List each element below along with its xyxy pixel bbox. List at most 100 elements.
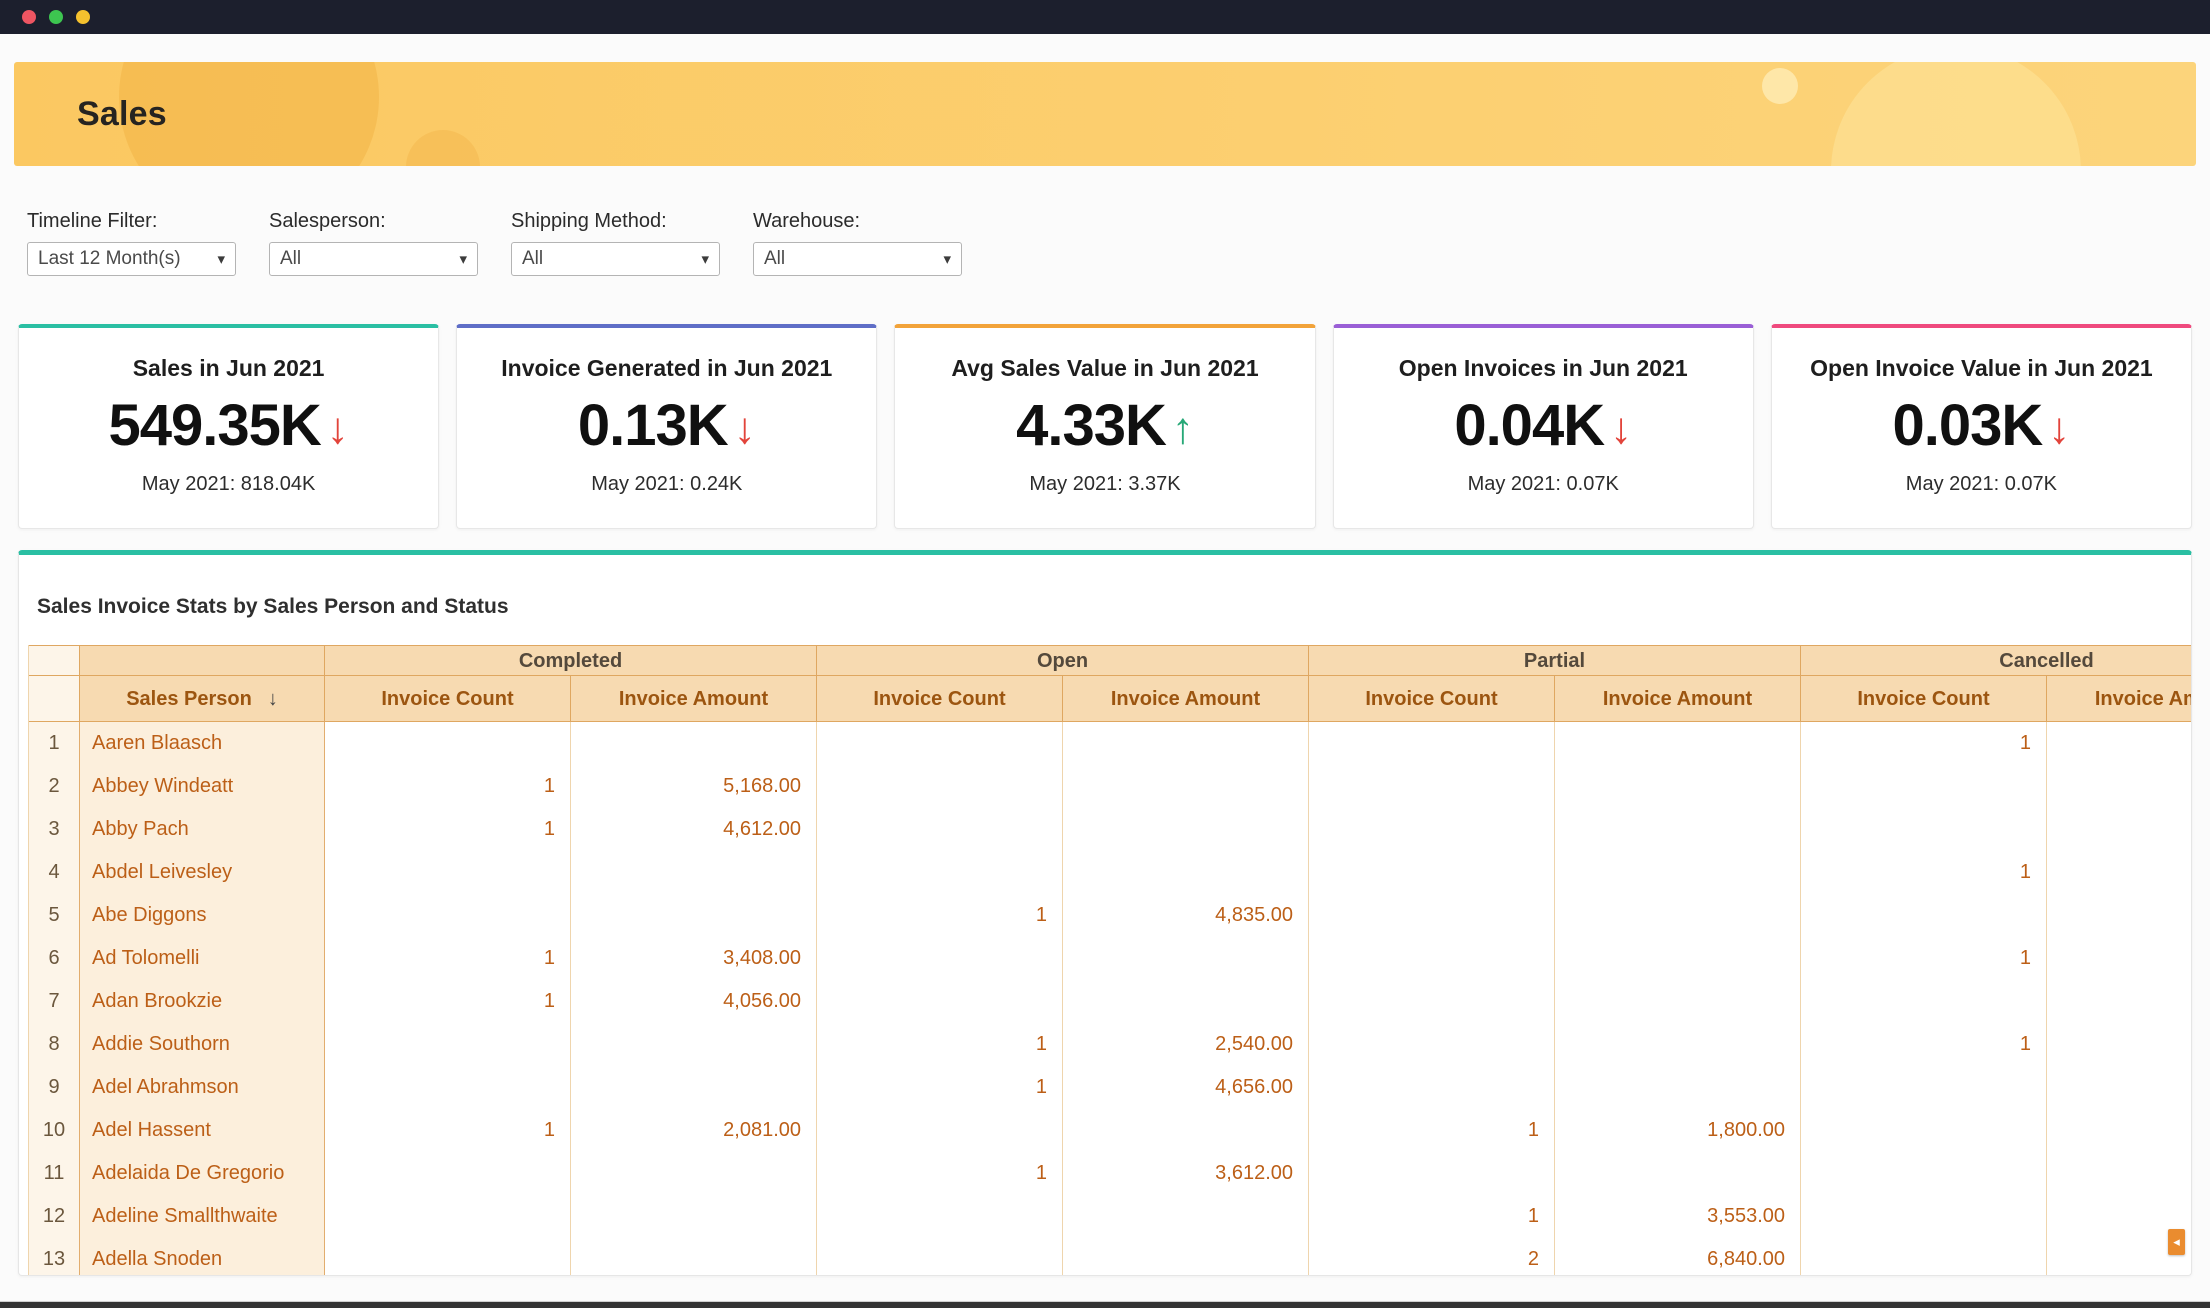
partial-invoice-amount-cell: 6,840.00 bbox=[1555, 1238, 1801, 1276]
partial-invoice-count-header[interactable]: Invoice Count bbox=[1309, 676, 1555, 722]
shipping-method-filter-select[interactable]: All ▾ bbox=[511, 242, 720, 276]
cancelled-invoice-count-cell bbox=[1801, 1195, 2047, 1238]
kpi-value: 549.35K bbox=[108, 392, 320, 459]
cancelled-invoice-count-cell bbox=[1801, 980, 2047, 1023]
bottom-scrollbar[interactable] bbox=[0, 1301, 2210, 1308]
table-row[interactable]: 12 Adeline Smallthwaite 1 3,553.00 bbox=[29, 1195, 2191, 1238]
row-index: 6 bbox=[29, 937, 80, 980]
open-invoice-amount-cell bbox=[1063, 1109, 1309, 1152]
table-row[interactable]: 13 Adella Snoden 2 6,840.00 bbox=[29, 1238, 2191, 1276]
completed-invoice-count-cell bbox=[325, 851, 571, 894]
person-group-spacer bbox=[80, 645, 325, 676]
sales-person-column-header[interactable]: Sales Person↓ bbox=[80, 676, 325, 722]
timeline-filter: Timeline Filter: Last 12 Month(s) ▾ bbox=[27, 210, 236, 276]
cancelled-invoice-amount-cell bbox=[2047, 1109, 2191, 1152]
open-invoice-count-cell bbox=[817, 851, 1063, 894]
sales-person-cell: Adan Brookzie bbox=[80, 980, 325, 1023]
partial-invoice-count-cell bbox=[1309, 1152, 1555, 1195]
open-invoice-count-cell bbox=[817, 980, 1063, 1023]
kpi-card-avg-sales-value: Avg Sales Value in Jun 2021 4.33K ↑ May … bbox=[894, 324, 1315, 529]
row-index: 9 bbox=[29, 1066, 80, 1109]
completed-invoice-count-cell bbox=[325, 1152, 571, 1195]
cancelled-invoice-amount-header[interactable]: Invoice Amount bbox=[2047, 676, 2191, 722]
chevron-down-icon: ▾ bbox=[217, 250, 225, 268]
partial-invoice-amount-cell bbox=[1555, 722, 1801, 765]
banner-decor-circle bbox=[406, 130, 480, 166]
partial-invoice-count-cell bbox=[1309, 894, 1555, 937]
kpi-value: 4.33K bbox=[1016, 392, 1166, 459]
completed-invoice-count-cell: 1 bbox=[325, 808, 571, 851]
table-row[interactable]: 3 Abby Pach 1 4,612.00 bbox=[29, 808, 2191, 851]
row-index: 1 bbox=[29, 722, 80, 765]
kpi-comparison: May 2021: 818.04K bbox=[19, 473, 438, 496]
partial-invoice-amount-cell bbox=[1555, 1066, 1801, 1109]
cancelled-invoice-count-cell bbox=[1801, 1066, 2047, 1109]
completed-invoice-count-cell: 1 bbox=[325, 765, 571, 808]
completed-invoice-amount-header[interactable]: Invoice Amount bbox=[571, 676, 817, 722]
partial-invoice-amount-header[interactable]: Invoice Amount bbox=[1555, 676, 1801, 722]
banner-decor-circle bbox=[1831, 62, 2081, 166]
kpi-row: Sales in Jun 2021 549.35K ↓ May 2021: 81… bbox=[18, 324, 2192, 529]
open-invoice-count-cell bbox=[817, 722, 1063, 765]
partial-invoice-amount-cell bbox=[1555, 894, 1801, 937]
timeline-filter-label: Timeline Filter: bbox=[27, 210, 236, 233]
open-invoice-amount-cell bbox=[1063, 937, 1309, 980]
open-invoice-count-cell bbox=[817, 1195, 1063, 1238]
cancelled-invoice-count-header[interactable]: Invoice Count bbox=[1801, 676, 2047, 722]
sort-descending-icon[interactable]: ↓ bbox=[268, 688, 278, 710]
table-row[interactable]: 1 Aaren Blaasch 1 bbox=[29, 722, 2191, 765]
partial-invoice-amount-cell bbox=[1555, 1152, 1801, 1195]
close-button[interactable] bbox=[22, 10, 36, 24]
salesperson-filter-select[interactable]: All ▾ bbox=[269, 242, 478, 276]
cancelled-invoice-count-cell bbox=[1801, 1152, 2047, 1195]
table-row[interactable]: 7 Adan Brookzie 1 4,056.00 bbox=[29, 980, 2191, 1023]
kpi-comparison: May 2021: 0.07K bbox=[1334, 473, 1753, 496]
completed-invoice-amount-cell bbox=[571, 894, 817, 937]
open-invoice-amount-cell: 2,540.00 bbox=[1063, 1023, 1309, 1066]
horizontal-scroll-left-button[interactable]: ◂ bbox=[2168, 1229, 2185, 1255]
completed-invoice-amount-cell bbox=[571, 1023, 817, 1066]
kpi-comparison: May 2021: 3.37K bbox=[895, 473, 1314, 496]
partial-invoice-count-cell bbox=[1309, 722, 1555, 765]
table-row[interactable]: 8 Addie Southorn 1 2,540.00 1 bbox=[29, 1023, 2191, 1066]
open-invoice-count-header[interactable]: Invoice Count bbox=[817, 676, 1063, 722]
completed-invoice-count-header[interactable]: Invoice Count bbox=[325, 676, 571, 722]
sales-person-cell: Adelaida De Gregorio bbox=[80, 1152, 325, 1195]
table-row[interactable]: 4 Abdel Leivesley 1 bbox=[29, 851, 2191, 894]
corner-cell bbox=[29, 676, 80, 722]
timeline-filter-select[interactable]: Last 12 Month(s) ▾ bbox=[27, 242, 236, 276]
open-invoice-count-cell: 1 bbox=[817, 1066, 1063, 1109]
salesperson-filter-label: Salesperson: bbox=[269, 210, 478, 233]
cancelled-invoice-count-cell: 1 bbox=[1801, 722, 2047, 765]
chevron-down-icon: ▾ bbox=[459, 250, 467, 268]
completed-invoice-count-cell bbox=[325, 1023, 571, 1066]
sales-person-cell: Abe Diggons bbox=[80, 894, 325, 937]
cancelled-invoice-amount-cell bbox=[2047, 808, 2191, 851]
table-row[interactable]: 2 Abbey Windeatt 1 5,168.00 bbox=[29, 765, 2191, 808]
cancelled-invoice-amount-cell bbox=[2047, 894, 2191, 937]
filter-bar: Timeline Filter: Last 12 Month(s) ▾ Sale… bbox=[27, 210, 2210, 276]
open-invoice-count-cell bbox=[817, 808, 1063, 851]
zoom-button[interactable] bbox=[76, 10, 90, 24]
kpi-card-sales: Sales in Jun 2021 549.35K ↓ May 2021: 81… bbox=[18, 324, 439, 529]
row-index: 7 bbox=[29, 980, 80, 1023]
table-row[interactable]: 9 Adel Abrahmson 1 4,656.00 bbox=[29, 1066, 2191, 1109]
table-row[interactable]: 6 Ad Tolomelli 1 3,408.00 1 bbox=[29, 937, 2191, 980]
partial-invoice-count-cell bbox=[1309, 1066, 1555, 1109]
cancelled-invoice-amount-cell bbox=[2047, 1066, 2191, 1109]
table-row[interactable]: 10 Adel Hassent 1 2,081.00 1 1,800.00 bbox=[29, 1109, 2191, 1152]
open-invoice-amount-header[interactable]: Invoice Amount bbox=[1063, 676, 1309, 722]
partial-invoice-count-cell bbox=[1309, 980, 1555, 1023]
table-title: Sales Invoice Stats by Sales Person and … bbox=[19, 555, 2191, 619]
trend-down-icon: ↓ bbox=[1610, 401, 1632, 451]
shipping-method-filter: Shipping Method: All ▾ bbox=[511, 210, 720, 276]
warehouse-filter-select[interactable]: All ▾ bbox=[753, 242, 962, 276]
sales-person-cell: Adella Snoden bbox=[80, 1238, 325, 1276]
cancelled-invoice-count-cell bbox=[1801, 894, 2047, 937]
table-row[interactable]: 11 Adelaida De Gregorio 1 3,612.00 bbox=[29, 1152, 2191, 1195]
minimize-button[interactable] bbox=[49, 10, 63, 24]
row-index: 5 bbox=[29, 894, 80, 937]
cancelled-invoice-amount-cell bbox=[2047, 1152, 2191, 1195]
salesperson-filter-value: All bbox=[280, 248, 301, 270]
table-row[interactable]: 5 Abe Diggons 1 4,835.00 bbox=[29, 894, 2191, 937]
